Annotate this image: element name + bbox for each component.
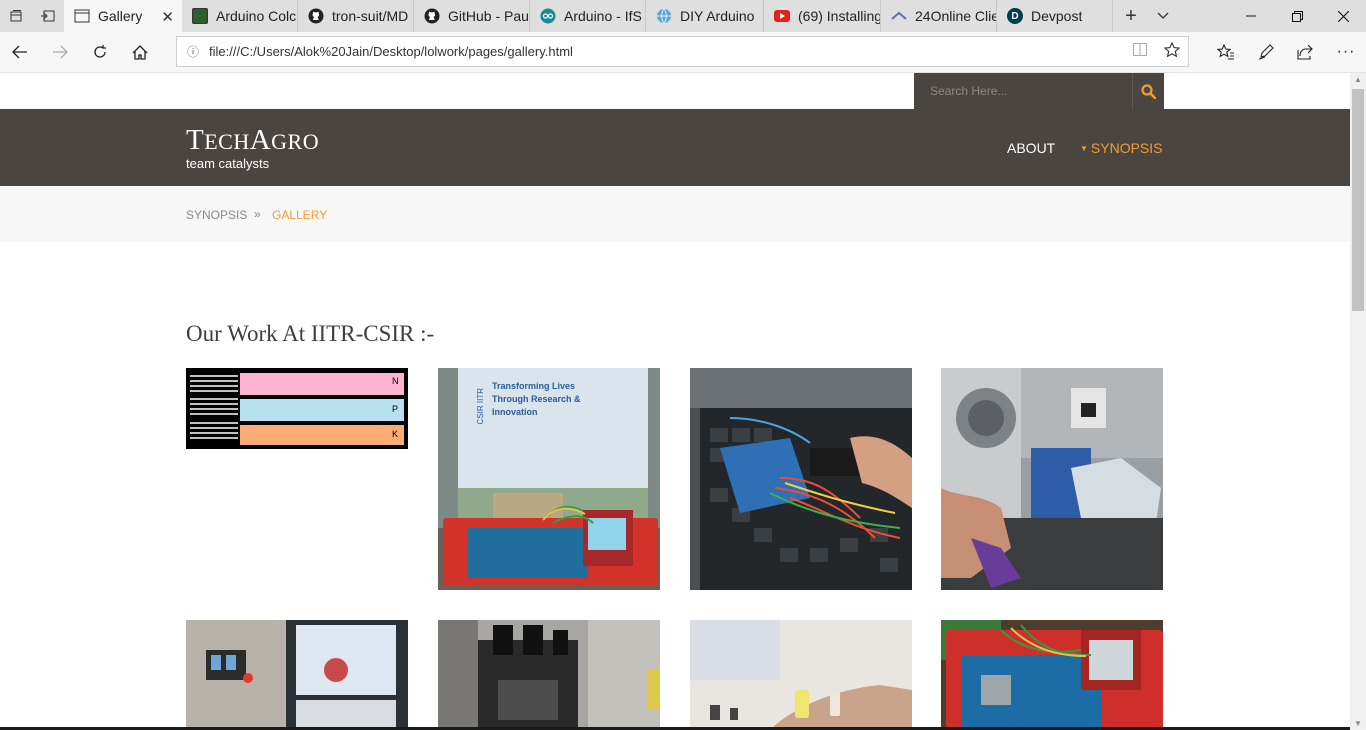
24online-icon (891, 8, 907, 24)
youtube-icon (774, 10, 790, 22)
nav-synopsis[interactable]: ▼ SYNOPSIS (1080, 140, 1163, 156)
new-tab-icon[interactable]: + (1115, 0, 1147, 32)
tab-gallery[interactable]: Gallery ✕ (64, 0, 182, 32)
site-logo[interactable]: TECHAGRO team catalysts (186, 125, 319, 171)
search-input[interactable] (914, 73, 1132, 109)
scrollbar-thumb[interactable] (1352, 89, 1364, 311)
gallery-image-arduino-keyboard[interactable] (690, 368, 912, 590)
tab-youtube[interactable]: (69) Installing (764, 0, 881, 32)
tab-preview-chevron-icon[interactable] (1147, 0, 1179, 32)
address-input[interactable]: ⓘ file:///C:/Users/Alok%20Jain/Desktop/l… (176, 36, 1189, 67)
more-options-icon[interactable]: ··· (1326, 32, 1366, 72)
back-arrow-icon[interactable] (0, 32, 40, 72)
gallery-image-machine[interactable] (438, 620, 660, 730)
npk-label-n: N (392, 376, 399, 386)
gallery-image-iitr-banner[interactable]: CSIR IITR Transforming Lives Through Res… (438, 368, 660, 590)
breadcrumb-gallery: GALLERY (272, 208, 328, 222)
scroll-up-icon[interactable]: ▲ (1354, 75, 1362, 84)
minimize-icon[interactable] (1228, 0, 1274, 32)
gallery-image-lab-equipment[interactable] (941, 368, 1163, 590)
search-icon (1141, 83, 1156, 99)
close-window-icon[interactable] (1320, 0, 1366, 32)
section-title: Our Work At IITR-CSIR :- (186, 321, 435, 346)
tab-label: Devpost (1031, 8, 1083, 24)
restore-icon[interactable] (1274, 0, 1320, 32)
globe-icon (656, 8, 672, 24)
arduino-forum-icon (192, 8, 208, 24)
address-url: file:///C:/Users/Alok%20Jain/Desktop/lol… (209, 44, 573, 59)
favorite-star-icon[interactable] (1156, 41, 1188, 62)
arduino-icon (540, 8, 556, 24)
tab-label: Arduino Colc (216, 8, 297, 24)
github-icon (308, 8, 324, 24)
web-page: TECHAGRO team catalysts ABOUT ▼ SYNOPSIS … (0, 73, 1350, 730)
npk-label-p: P (392, 404, 399, 414)
breadcrumb-synopsis[interactable]: SYNOPSIS (186, 208, 247, 222)
devpost-icon: D (1007, 8, 1023, 24)
tab-tron-suit[interactable]: tron-suit/MD (298, 0, 414, 32)
tab-actions-icon[interactable] (0, 0, 32, 32)
web-note-pen-icon[interactable] (1246, 32, 1286, 72)
search-bar (914, 73, 1164, 109)
tab-label: DIY Arduino (680, 8, 755, 24)
logo-subtitle: team catalysts (186, 156, 270, 171)
tab-diy-arduino[interactable]: DIY Arduino (646, 0, 764, 32)
gallery-image-sample-vial[interactable] (690, 620, 912, 730)
banner-text: Transforming Lives Through Research & In… (492, 380, 581, 419)
tab-label: Gallery (98, 8, 143, 24)
breadcrumb: SYNOPSIS » GALLERY (0, 186, 1350, 242)
github-icon (424, 8, 440, 24)
tab-label: 24Online Clie (915, 8, 996, 24)
scroll-down-icon[interactable]: ▼ (1354, 719, 1362, 728)
tab-label: (69) Installing (798, 8, 880, 24)
banner-line-1: Transforming Lives (492, 381, 576, 391)
search-button[interactable] (1132, 73, 1164, 109)
tab-label: Arduino - IfS (564, 8, 642, 24)
favorites-hub-icon[interactable] (1206, 32, 1246, 72)
forward-arrow-icon[interactable] (40, 32, 80, 72)
reading-view-icon[interactable] (1124, 43, 1156, 60)
gallery-image-instrument-panel[interactable] (186, 620, 408, 730)
banner-line-2: Through Research & (492, 394, 581, 404)
tab-label: tron-suit/MD (332, 8, 409, 24)
browser-tab-bar: Gallery ✕ Arduino Colc tron-suit/MD GitH… (0, 0, 1366, 32)
tab-devpost[interactable]: D Devpost (997, 0, 1113, 32)
close-tab-icon[interactable]: ✕ (161, 8, 174, 26)
home-icon[interactable] (120, 32, 160, 72)
gallery-image-npk[interactable]: N P K (186, 368, 408, 449)
set-tabs-aside-icon[interactable] (32, 0, 64, 32)
tab-arduino-ifs[interactable]: Arduino - IfS (530, 0, 646, 32)
page-icon (74, 8, 90, 24)
npk-label-k: K (392, 429, 399, 439)
refresh-icon[interactable] (80, 32, 120, 72)
tab-arduino-colc[interactable]: Arduino Colc (182, 0, 298, 32)
banner-logo: CSIR IITR (476, 388, 485, 425)
logo-title: TECHAGRO (186, 124, 320, 156)
share-icon[interactable] (1285, 32, 1325, 72)
tab-github-pau[interactable]: GitHub - Pau (414, 0, 530, 32)
tab-label: GitHub - Pau (448, 8, 529, 24)
browser-address-bar: ⓘ file:///C:/Users/Alok%20Jain/Desktop/l… (0, 32, 1366, 73)
caret-down-icon: ▼ (1080, 144, 1088, 153)
tab-24online[interactable]: 24Online Clie (881, 0, 997, 32)
gallery-image-arduino-closeup[interactable] (941, 620, 1163, 730)
site-header: TECHAGRO team catalysts ABOUT ▼ SYNOPSIS (0, 109, 1350, 186)
banner-line-3: Innovation (492, 407, 538, 417)
nav-synopsis-label: SYNOPSIS (1090, 140, 1163, 156)
breadcrumb-separator: » (254, 207, 261, 221)
site-info-icon[interactable]: ⓘ (177, 43, 209, 60)
page-scrollbar[interactable]: ▲ ▼ (1350, 73, 1366, 730)
nav-about[interactable]: ABOUT (1007, 140, 1055, 156)
